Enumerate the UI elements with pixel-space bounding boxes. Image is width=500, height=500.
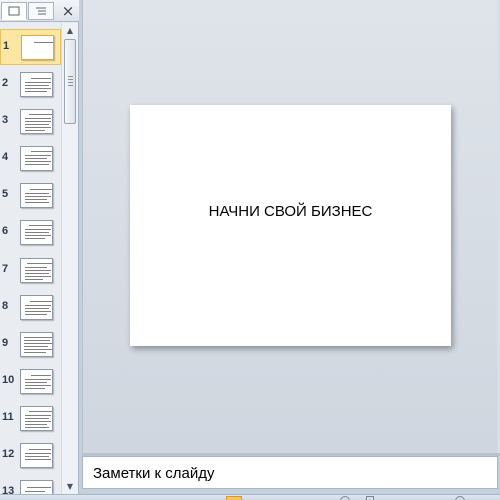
slide-preview — [20, 258, 53, 283]
slide-number: 10 — [2, 374, 15, 386]
notes-pane[interactable]: Заметки к слайду — [82, 456, 498, 489]
slide-preview — [20, 183, 53, 208]
slides-pane: × 1 2 3 4 5 6 7 8 9 10 11 12 13 ▲ ▼ — [0, 0, 79, 494]
slide-preview — [20, 369, 53, 394]
slide-number: 5 — [2, 188, 9, 200]
slide-thumbnail[interactable]: 11 — [0, 401, 61, 437]
slide-editing-area: НАЧНИ СВОЙ БИЗНЕС — [82, 0, 500, 453]
slide-thumbnail[interactable]: 13 — [0, 475, 61, 494]
slide-thumbnail-list: 1 2 3 4 5 6 7 8 9 10 11 12 13 — [0, 23, 61, 494]
slide-thumbnail[interactable]: 10 — [0, 364, 61, 400]
normal-view-icon[interactable] — [226, 496, 242, 500]
slide-number: 2 — [2, 77, 9, 89]
slide-number: 11 — [2, 411, 14, 423]
outline-tab-icon — [36, 7, 46, 15]
status-bar — [0, 494, 500, 500]
slide-thumbnail[interactable]: 2 — [0, 67, 61, 103]
slide-number: 9 — [2, 337, 9, 349]
slide-preview — [20, 72, 53, 97]
slide-thumbnail[interactable]: 5 — [0, 178, 61, 214]
slide-number: 12 — [2, 448, 15, 460]
scroll-down-icon[interactable]: ▼ — [62, 480, 78, 493]
scroll-up-icon[interactable]: ▲ — [62, 24, 78, 37]
slide-thumbnail[interactable]: 4 — [0, 141, 61, 177]
slide-number: 8 — [2, 300, 9, 312]
slide-preview — [20, 220, 53, 245]
zoom-slider-icon[interactable] — [366, 496, 374, 500]
slide-thumbnail[interactable]: 6 — [0, 215, 61, 251]
outline-tab[interactable] — [28, 2, 54, 20]
slide-thumbnail[interactable]: 8 — [0, 290, 61, 326]
zoom-out-icon[interactable] — [340, 496, 350, 500]
slide-thumbnail[interactable]: 7 — [0, 253, 61, 289]
slide-preview — [20, 332, 53, 357]
slide-number: 13 — [2, 485, 15, 494]
slide-preview — [20, 109, 53, 134]
slide-number: 1 — [3, 40, 10, 52]
slide-thumbnail[interactable]: 3 — [0, 104, 61, 140]
slides-tab[interactable] — [1, 2, 27, 20]
slide-preview — [20, 480, 53, 494]
slide-thumbnail[interactable]: 1 — [0, 29, 61, 65]
slide-preview — [20, 146, 53, 171]
slide-thumbnail[interactable]: 12 — [0, 438, 61, 474]
slide-preview — [20, 295, 53, 320]
close-pane-button[interactable]: × — [60, 2, 76, 20]
slide-number: 3 — [2, 114, 9, 126]
thumbnail-scrollbar[interactable]: ▲ ▼ — [61, 23, 78, 494]
slide-preview — [20, 443, 53, 468]
slide-title[interactable]: НАЧНИ СВОЙ БИЗНЕС — [130, 203, 451, 220]
current-slide[interactable]: НАЧНИ СВОЙ БИЗНЕС — [130, 105, 451, 346]
slides-tab-icon — [8, 6, 20, 16]
slide-number: 6 — [2, 225, 9, 237]
slide-number: 4 — [2, 151, 9, 163]
zoom-in-icon[interactable] — [455, 496, 465, 500]
slide-number: 7 — [2, 263, 9, 275]
slide-thumbnail[interactable]: 9 — [0, 327, 61, 363]
slide-preview — [20, 406, 53, 431]
slide-preview — [21, 35, 54, 60]
scrollbar-thumb[interactable] — [64, 39, 76, 124]
pane-tabs: × — [0, 0, 79, 22]
notes-placeholder[interactable]: Заметки к слайду — [93, 465, 215, 482]
